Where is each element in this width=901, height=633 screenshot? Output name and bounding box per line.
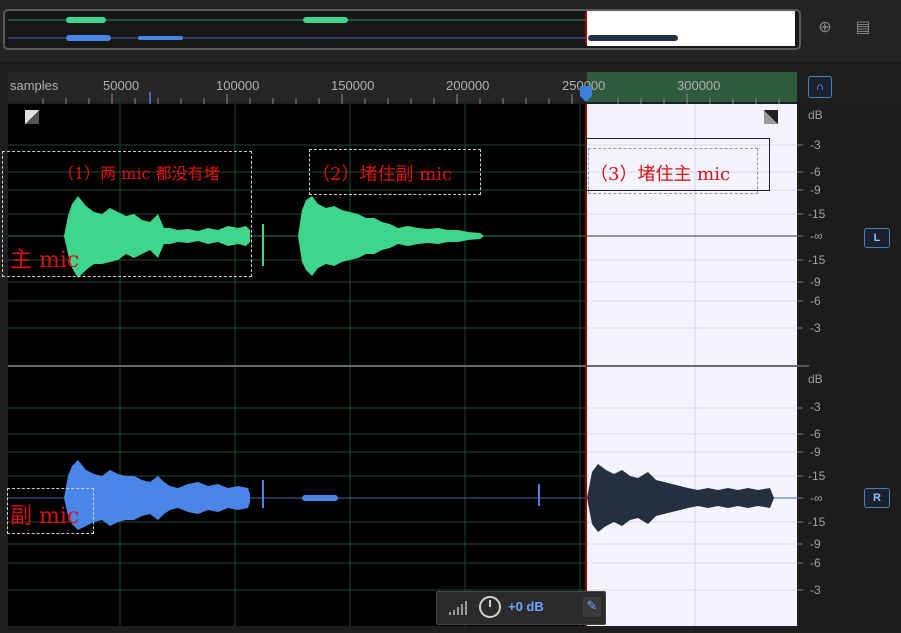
db-label: -6 [810,294,821,308]
db-label: -6 [810,165,821,179]
db-label: -3 [810,321,821,335]
db-ticks [797,144,809,591]
fade-out-handle[interactable] [764,110,778,124]
annotation-1: （1）两 mic 都没有堵 [58,164,220,183]
db-label: -9 [810,537,821,551]
knob-icon[interactable] [478,595,502,619]
ruler-tick-label: 100000 [216,78,260,93]
top-channel-waveform-2 [298,196,484,276]
headphones-icon[interactable]: ∩ [808,76,832,98]
annotation-3: （3）堵住主 mic [590,164,731,185]
ruler-unit-label: samples [10,78,59,93]
annotation-2: （2）堵住副 mic [312,164,453,185]
meter-icon [449,601,467,615]
ruler-tick-label: 150000 [331,78,375,93]
overview-bar[interactable]: ⊕ ▤ [0,0,901,62]
channel-l-button[interactable]: L [864,228,890,248]
db-label: -15 [808,515,826,529]
db-label: -9 [810,275,821,289]
db-label: -6 [810,556,821,570]
db-label: -3 [810,400,821,414]
ruler-tick-label: 50000 [103,78,140,93]
db-label: -15 [808,469,826,483]
ruler-tick-label: 300000 [677,78,721,93]
channel-r-button[interactable]: R [864,488,890,508]
db-label: -3 [810,583,821,597]
gain-value: +0 dB [508,599,544,614]
db-label: dB [808,108,823,122]
db-label: dB [808,372,823,386]
ruler-ticks [42,92,780,104]
channel-label-bottom: 副 mic [10,504,80,529]
db-label: -9 [810,445,821,459]
db-label: -∞ [810,229,823,243]
list-icon[interactable]: ▤ [852,18,874,40]
playhead-marker[interactable] [578,84,594,104]
db-label: -15 [808,253,826,267]
ruler-tick-label: 200000 [446,78,490,93]
pin-icon[interactable]: ✎ [583,597,601,617]
fade-in-handle[interactable] [25,110,39,124]
channel-label-top: 主 mic [10,248,80,273]
db-label: -9 [810,183,821,197]
overview-waveform [8,12,678,44]
db-label: -∞ [810,491,823,505]
db-label: -15 [808,207,826,221]
zoom-icon[interactable]: ⊕ [812,18,838,40]
db-label: -6 [810,427,821,441]
db-label: -3 [810,138,821,152]
